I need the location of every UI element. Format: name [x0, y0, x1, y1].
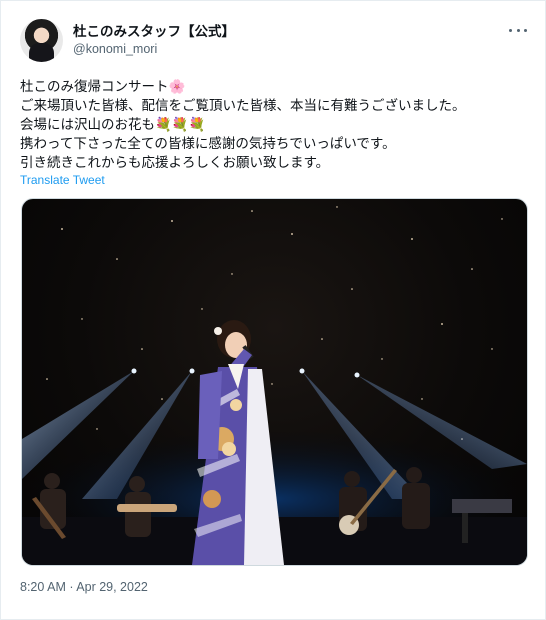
more-icon[interactable]	[509, 23, 527, 37]
tweet-card: 杜このみスタッフ【公式】 @konomi_mori 杜このみ復帰コンサート🌸 ご…	[0, 0, 546, 620]
handle[interactable]: @konomi_mori	[73, 40, 235, 58]
more-dot	[524, 28, 527, 32]
avatar[interactable]	[20, 19, 63, 62]
tweet-timestamp[interactable]: 8:20 AM · Apr 29, 2022	[20, 580, 148, 594]
tweet-photo[interactable]	[21, 198, 528, 566]
tweet-text: 杜このみ復帰コンサート🌸 ご来場頂いた皆様、配信をご覧頂いた皆様、本当に有難うご…	[20, 79, 466, 170]
more-dot	[516, 28, 520, 32]
avatar-figure	[29, 43, 54, 62]
more-dot	[509, 28, 512, 32]
display-name[interactable]: 杜このみスタッフ【公式】	[73, 23, 235, 40]
tweet-header: 杜このみスタッフ【公式】 @konomi_mori	[20, 19, 531, 63]
singer	[192, 320, 284, 565]
author-names: 杜このみスタッフ【公式】 @konomi_mori	[73, 23, 235, 58]
concert-stage-image	[22, 206, 527, 565]
translate-link[interactable]: Translate Tweet	[20, 173, 105, 187]
starfield	[46, 206, 503, 440]
